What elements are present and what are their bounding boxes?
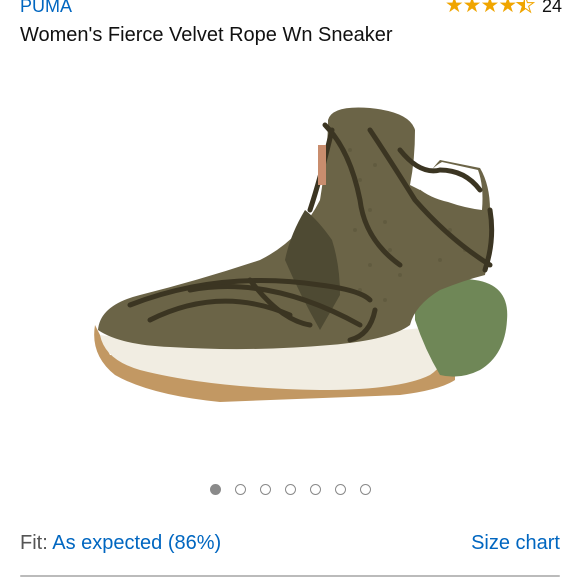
product-title: Women's Fierce Velvet Rope Wn Sneaker	[20, 24, 393, 46]
pagination-dot[interactable]	[209, 484, 221, 495]
pagination-dot[interactable]	[334, 484, 346, 495]
pagination-dot[interactable]	[359, 484, 371, 495]
star-icon: ★	[462, 0, 482, 17]
rating-count: 24	[541, 0, 562, 16]
half-star-icon: ★	[516, 0, 536, 17]
pagination-dot[interactable]	[259, 484, 271, 495]
sneaker-logo-tag	[318, 145, 326, 185]
star-rating: ★★★★★	[444, 0, 536, 17]
fit-value-link[interactable]: As expected (86%)	[52, 532, 221, 554]
pagination-dot[interactable]	[284, 484, 296, 495]
fit-row: Fit: As expected (86%) Size chart	[20, 532, 560, 555]
fit-label: Fit:	[20, 532, 48, 554]
sneaker-image	[94, 107, 508, 402]
brand-link[interactable]: PUMA	[20, 0, 72, 16]
pagination-dot[interactable]	[309, 484, 321, 495]
size-chart-link[interactable]: Size chart	[471, 532, 560, 555]
product-image[interactable]	[70, 90, 520, 430]
fit-info: Fit: As expected (86%)	[20, 532, 221, 555]
star-icon: ★	[498, 0, 517, 17]
pagination-dot[interactable]	[234, 484, 246, 495]
star-icon: ★	[480, 0, 499, 17]
image-pagination	[0, 484, 580, 495]
divider	[20, 575, 560, 577]
rating-summary[interactable]: ★★★★★ 24	[444, 0, 562, 17]
star-icon: ★	[444, 0, 464, 17]
